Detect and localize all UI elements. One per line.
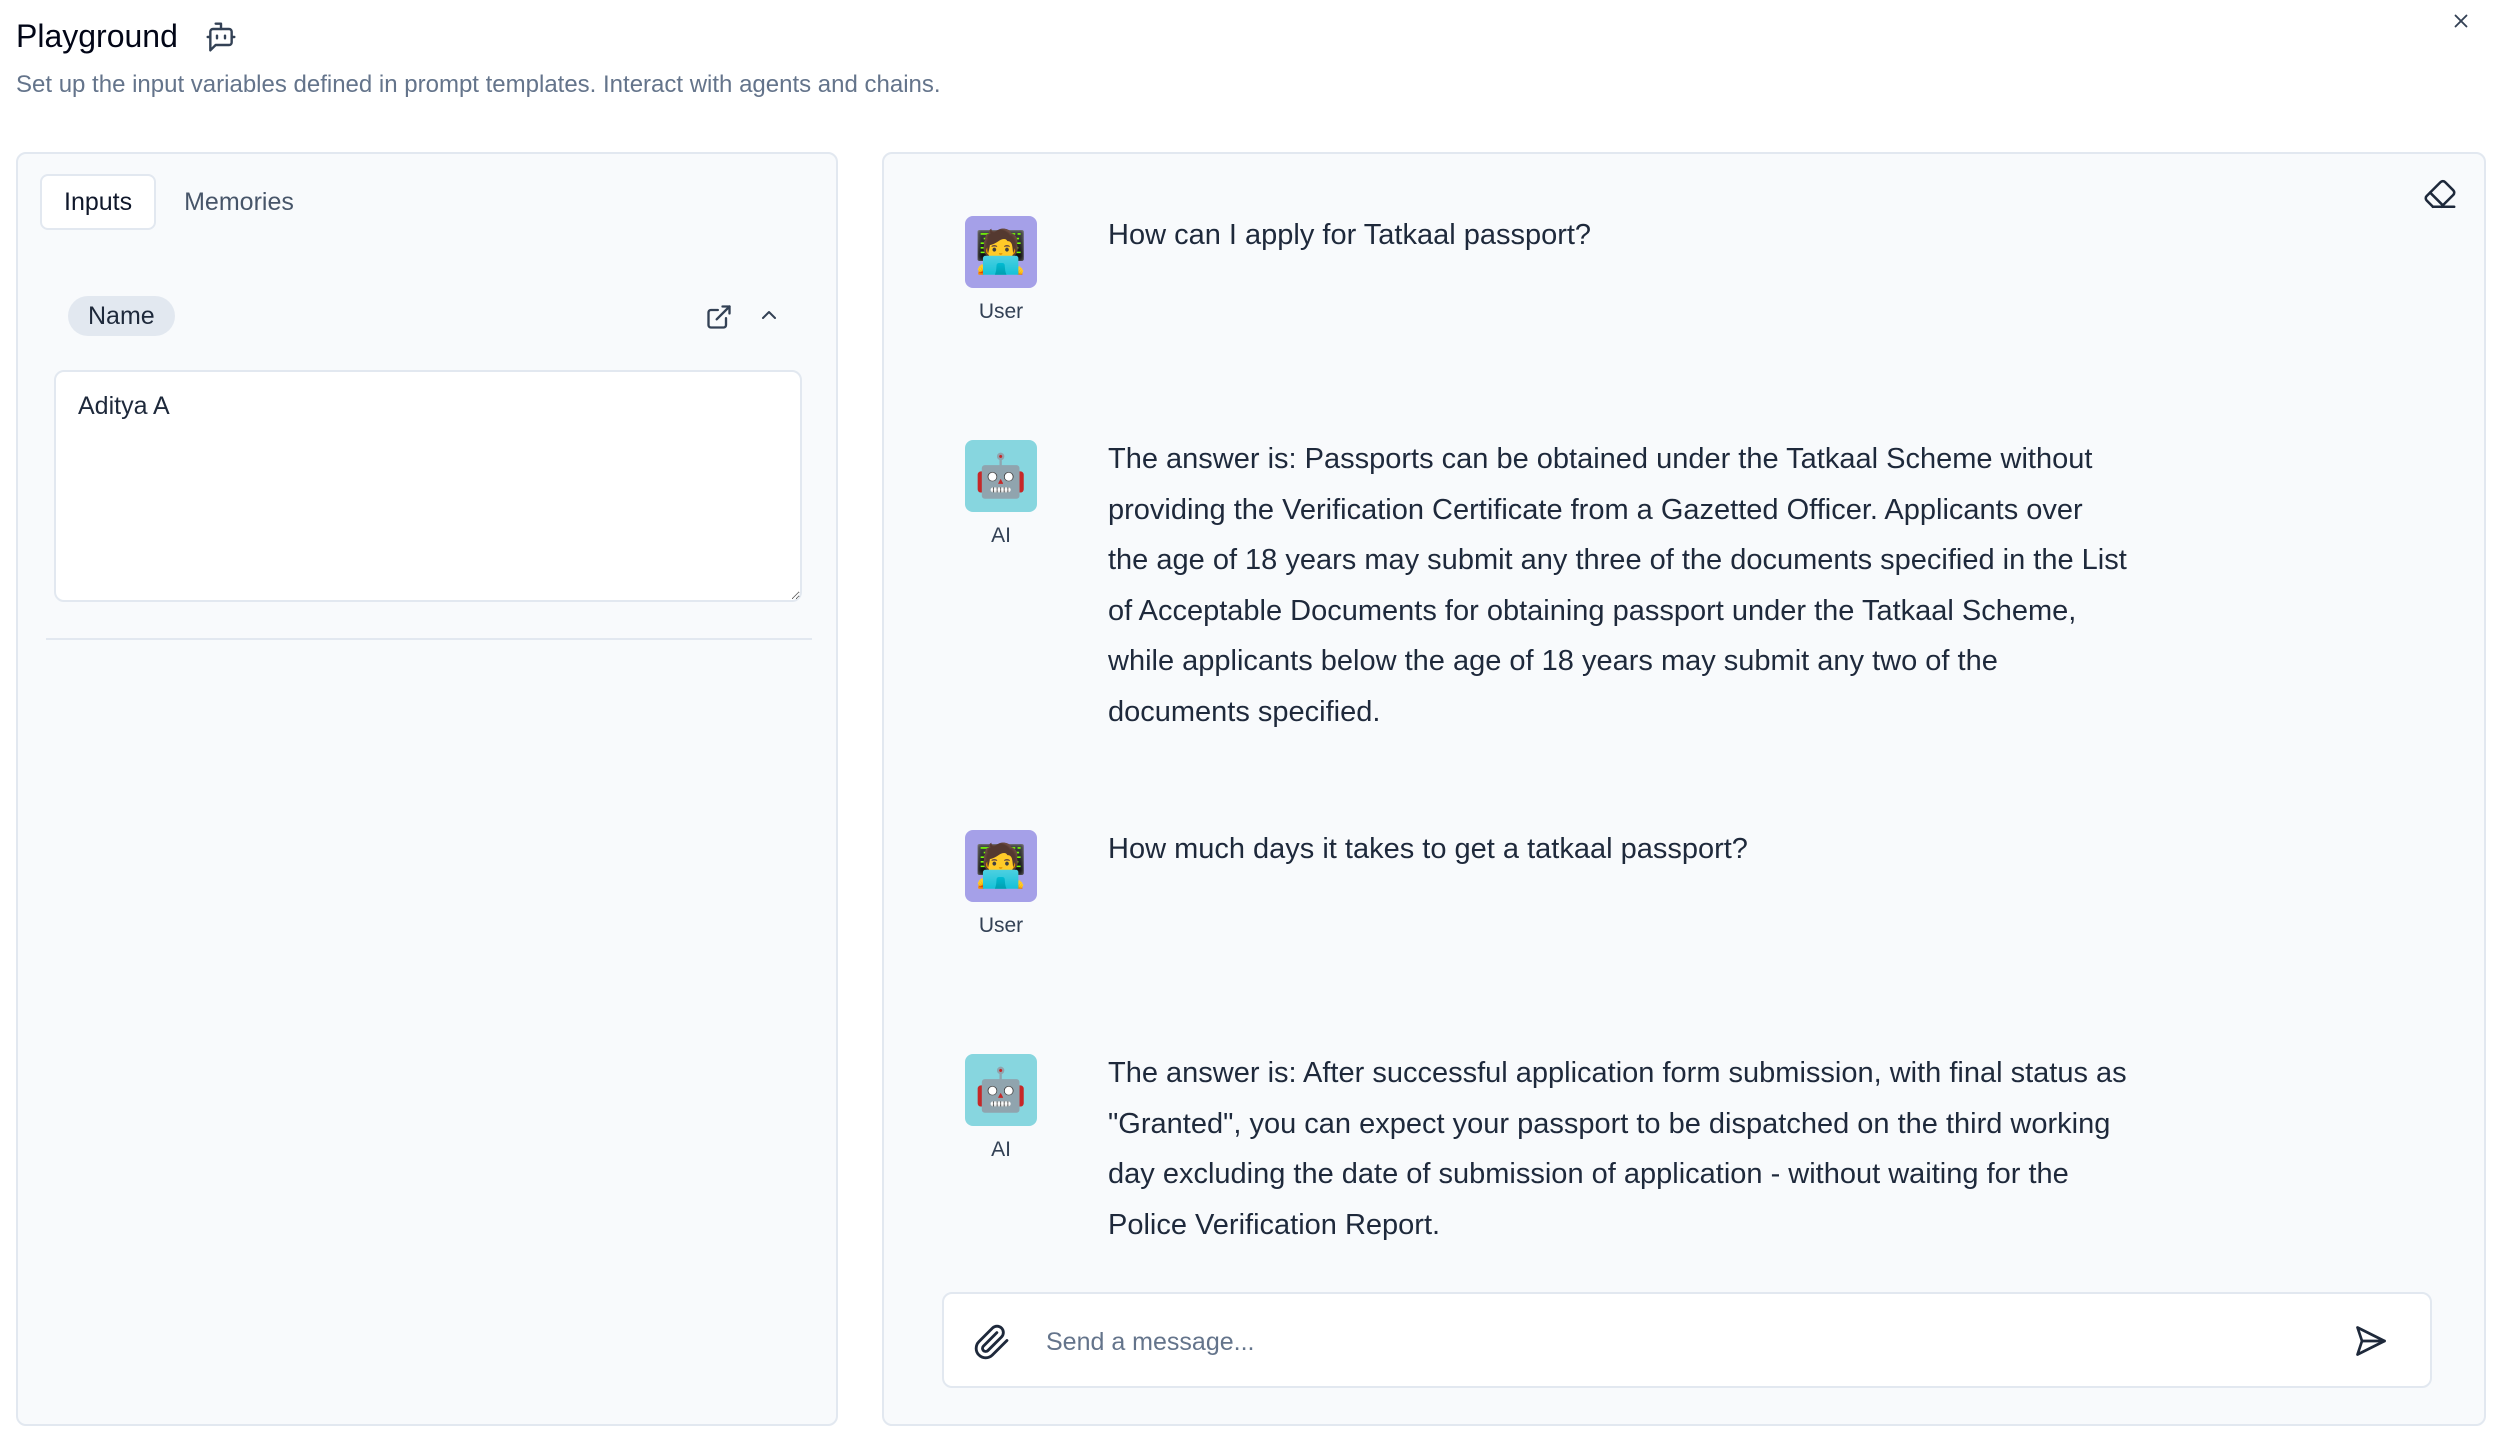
chat-message: 🤖 AI The answer is: After successful app… [964, 1054, 2128, 1250]
avatar-column: 🧑‍💻 User [964, 216, 1038, 324]
tab-inputs[interactable]: Inputs [40, 174, 157, 230]
chat-panel: 🧑‍💻 User How can I apply for Tatkaal pas… [882, 152, 2486, 1426]
sender-label: User [978, 914, 1024, 937]
page-subtitle: Set up the input variables defined in pr… [16, 71, 941, 98]
avatar-column: 🤖 AI [964, 1054, 1038, 1250]
external-link-icon[interactable] [702, 300, 736, 334]
panel-tabs: Inputs Memories [40, 174, 316, 230]
avatar-column: 🤖 AI [964, 440, 1038, 737]
message-text: How can I apply for Tatkaal passport? [1108, 219, 1592, 251]
message-input[interactable] [1044, 1314, 2288, 1370]
avatar: 🧑‍💻 [965, 216, 1037, 288]
field-name-badge: Name [68, 296, 175, 336]
chevron-up-icon[interactable] [752, 298, 786, 332]
title-row: Playground [16, 18, 941, 55]
field-header: Name [68, 296, 806, 336]
sender-label: AI [991, 1138, 1011, 1161]
page-header: Playground Set up the input variables de… [16, 18, 941, 99]
message-text: How much days it takes to get a tatkaal … [1108, 833, 1748, 865]
paperclip-icon[interactable] [968, 1318, 1016, 1366]
sender-label: AI [991, 524, 1011, 547]
message-text: The answer is: Passports can be obtained… [1108, 443, 2127, 728]
send-icon[interactable] [2348, 1318, 2394, 1364]
chat-message: 🧑‍💻 User How can I apply for Tatkaal pas… [964, 216, 2128, 324]
message-text: The answer is: After successful applicat… [1108, 1057, 2127, 1241]
avatar: 🤖 [965, 440, 1037, 512]
field-divider [46, 638, 812, 640]
message-composer [942, 1292, 2432, 1388]
chat-message: 🤖 AI The answer is: Passports can be obt… [964, 440, 2128, 737]
inputs-panel: Inputs Memories Name Aditya A [16, 152, 838, 1426]
close-icon[interactable] [2446, 6, 2476, 36]
tab-memories[interactable]: Memories [162, 174, 316, 230]
avatar: 🤖 [965, 1054, 1037, 1126]
name-field[interactable]: Aditya A [54, 370, 802, 602]
eraser-icon[interactable] [2420, 174, 2460, 214]
avatar: 🧑‍💻 [965, 830, 1037, 902]
avatar-column: 🧑‍💻 User [964, 830, 1038, 938]
page-title: Playground [16, 18, 178, 54]
bot-message-icon [204, 20, 238, 54]
chat-message: 🧑‍💻 User How much days it takes to get a… [964, 830, 2128, 938]
sender-label: User [978, 300, 1024, 323]
